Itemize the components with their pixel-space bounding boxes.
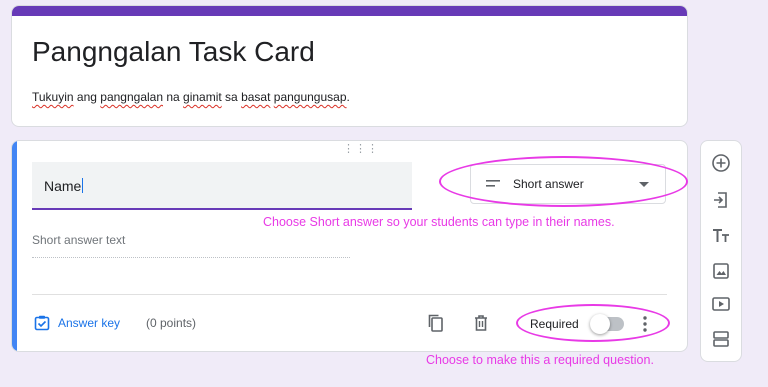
form-title-card: Pangngalan Task Card Tukuyin ang pangnga…: [11, 5, 688, 127]
desc-text: sa: [221, 90, 242, 104]
desc-word: basat: [241, 90, 271, 104]
answer-key-button[interactable]: Answer key: [34, 315, 120, 331]
text-cursor: [82, 178, 84, 193]
desc-word: pangngalan: [100, 90, 164, 104]
desc-text: .: [346, 90, 350, 104]
desc-text: na: [163, 90, 184, 104]
points-label: (0 points): [146, 316, 197, 330]
annotation-type-tip: Choose Short answer so your students can…: [263, 215, 615, 229]
desc-word: Tukuyin: [32, 90, 74, 104]
footer-divider: [32, 294, 667, 295]
annotation-required-tip: Choose to make this a required question.: [426, 353, 654, 367]
answer-key-icon: [34, 315, 50, 331]
drag-handle-icon[interactable]: ⋮⋮⋮: [343, 144, 379, 155]
add-image-icon[interactable]: [711, 261, 731, 281]
question-title-text: Name: [44, 178, 82, 194]
question-title-input[interactable]: Name: [32, 162, 412, 210]
delete-icon[interactable]: [471, 313, 491, 333]
side-toolbar: [700, 140, 742, 362]
add-question-icon[interactable]: [711, 153, 731, 173]
annotation-ellipse-type: [439, 156, 688, 207]
answer-key-label: Answer key: [58, 316, 121, 330]
desc-text: ang: [73, 90, 101, 104]
form-title[interactable]: Pangngalan Task Card: [32, 36, 315, 68]
add-title-icon[interactable]: [711, 226, 731, 246]
desc-word: pangungusap: [273, 90, 347, 104]
desc-word: ginamit: [183, 90, 222, 104]
annotation-ellipse-required: [516, 304, 670, 342]
theme-color-bar: [12, 6, 687, 16]
active-question-bar: [12, 141, 17, 351]
add-section-icon[interactable]: [711, 329, 731, 349]
short-answer-placeholder: Short answer text: [32, 233, 350, 258]
form-description[interactable]: Tukuyin ang pangngalan na ginamit sa bas…: [32, 90, 350, 104]
duplicate-icon[interactable]: [426, 313, 446, 333]
import-questions-icon[interactable]: [711, 190, 731, 210]
add-video-icon[interactable]: [711, 294, 731, 314]
